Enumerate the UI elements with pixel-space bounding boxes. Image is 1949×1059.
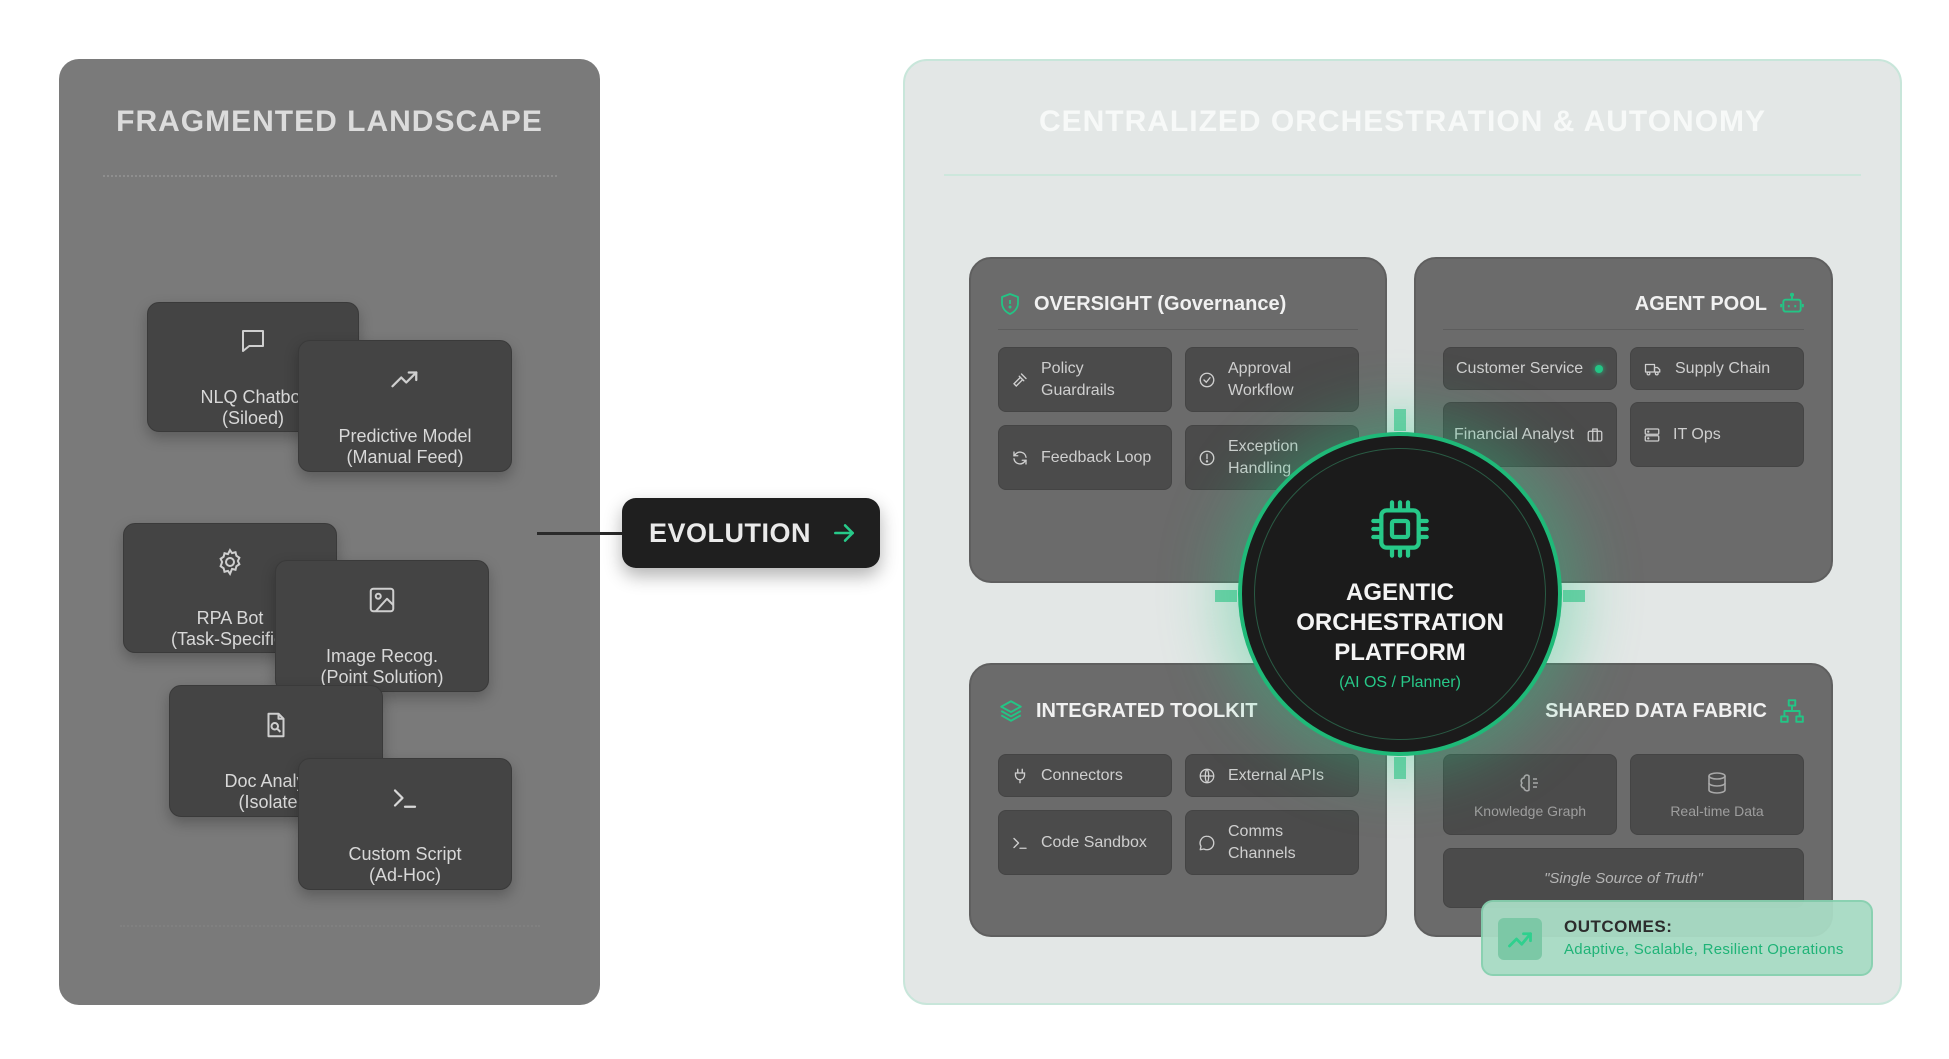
outcomes-text: Adaptive, Scalable, Resilient Operations (1564, 941, 1844, 958)
terminal-icon (389, 762, 421, 834)
chip-real-time-data: Real-time Data (1630, 754, 1804, 835)
shield-icon (998, 291, 1022, 317)
hub-title: AGENTIC ORCHESTRATION PLATFORM (1296, 579, 1504, 666)
data-fabric-title: SHARED DATA FABRIC (1545, 699, 1767, 722)
tool-label: NLQ Chatbot (Siloed) (200, 387, 306, 428)
chip-policy-guardrails: Policy Guardrails (998, 347, 1172, 412)
agent-pool-title: AGENT POOL (1634, 292, 1767, 315)
brain-icon (1518, 771, 1542, 795)
tool-label: Predictive Model (Manual Feed) (338, 426, 472, 467)
tool-label: RPA Bot (Task-Specific) (170, 608, 290, 649)
data-fabric-header: SHARED DATA FABRIC (1520, 698, 1805, 724)
chip-label: IT Ops (1673, 425, 1721, 443)
hub-tick-bottom (1394, 757, 1406, 779)
layers-icon (998, 698, 1024, 724)
network-icon (1779, 698, 1805, 724)
evolution-connector (537, 532, 623, 535)
outcomes-label: OUTCOMES: (1564, 917, 1673, 936)
arrow-right-icon (831, 520, 857, 546)
robot-icon (1779, 291, 1805, 317)
cpu-icon (1368, 497, 1432, 561)
chip-customer-service: Customer Service (1443, 347, 1617, 390)
chip-external-apis: External APIs (1185, 754, 1359, 797)
chip-code-sandbox: Code Sandbox (998, 810, 1172, 875)
chip-label: Connectors (1041, 766, 1123, 784)
doc-search-icon (261, 689, 291, 761)
truth-label: "Single Source of Truth" (1544, 869, 1703, 887)
globe-icon (1198, 767, 1216, 785)
hub-subtitle: (AI OS / Planner) (1339, 674, 1461, 691)
gear-icon (215, 526, 245, 598)
centralized-title: CENTRALIZED ORCHESTRATION & AUTONOMY (1038, 105, 1767, 138)
chip-label: Exception Handling (1228, 437, 1299, 477)
chip-label: Code Sandbox (1041, 833, 1147, 851)
chip-label: Policy Guardrails (1041, 359, 1115, 399)
check-circle-icon (1198, 371, 1216, 389)
toolkit-header: INTEGRATED TOOLKIT (998, 698, 1257, 724)
tool-label: Custom Script (Ad-Hoc) (348, 844, 462, 885)
right-divider (944, 174, 1861, 176)
terminal-icon (1011, 834, 1029, 852)
chip-label: Knowledge Graph (1473, 802, 1587, 819)
left-divider (103, 175, 557, 177)
chip-connectors: Connectors (998, 754, 1172, 797)
chip-knowledge-graph: Knowledge Graph (1443, 754, 1617, 835)
chip-label: Financial Analyst (1454, 425, 1575, 443)
chip-comms-channels: Comms Channels (1185, 810, 1359, 875)
tool-label: Image Recog. (Point Solution) (320, 646, 444, 687)
chip-feedback-loop: Feedback Loop (998, 425, 1172, 490)
oversight-header: OVERSIGHT (Governance) (998, 291, 1286, 317)
hub-tick-top (1394, 409, 1406, 431)
tool-card-predictive-model: Predictive Model (Manual Feed) (298, 340, 512, 472)
truck-icon (1643, 360, 1663, 378)
chip-it-ops: IT Ops (1630, 402, 1804, 467)
fragmented-title: FRAGMENTED LANDSCAPE (116, 105, 543, 138)
database-icon (1705, 771, 1729, 795)
chip-label: Comms Channels (1228, 822, 1296, 862)
gavel-icon (1011, 371, 1029, 389)
server-icon (1643, 426, 1661, 444)
chat-icon (238, 305, 268, 377)
status-dot (1595, 364, 1604, 373)
oversight-divider (998, 329, 1358, 330)
chip-label: External APIs (1228, 766, 1325, 784)
toolkit-title: INTEGRATED TOOLKIT (1036, 699, 1258, 722)
trend-icon (389, 344, 421, 416)
tool-card-image-recog: Image Recog. (Point Solution) (275, 560, 489, 692)
tool-card-custom-script: Custom Script (Ad-Hoc) (298, 758, 512, 890)
refresh-icon (1011, 449, 1029, 467)
left-footer-divider (120, 925, 540, 927)
message-icon (1198, 834, 1216, 852)
evolution-label: EVOLUTION (649, 517, 812, 548)
agent-pool-divider (1443, 329, 1804, 330)
chip-label: Supply Chain (1675, 359, 1771, 377)
briefcase-icon (1586, 426, 1604, 444)
oversight-title: OVERSIGHT (Governance) (1034, 292, 1287, 315)
chip-label: Approval Workflow (1228, 359, 1294, 399)
alert-circle-icon (1198, 449, 1216, 467)
trending-up-icon (1498, 918, 1542, 960)
chip-label: Real-time Data (1670, 802, 1764, 819)
chip-label: Feedback Loop (1041, 448, 1152, 466)
hub-tick-left (1215, 590, 1237, 602)
agent-pool-header: AGENT POOL (1580, 291, 1805, 317)
hub-tick-right (1563, 590, 1585, 602)
chip-label: Customer Service (1456, 359, 1584, 377)
chip-approval-workflow: Approval Workflow (1185, 347, 1359, 412)
single-source-of-truth: "Single Source of Truth" (1443, 848, 1804, 908)
chip-supply-chain: Supply Chain (1630, 347, 1804, 390)
evolution-badge: EVOLUTION (622, 498, 880, 568)
plug-icon (1011, 767, 1029, 785)
image-icon (367, 564, 397, 636)
